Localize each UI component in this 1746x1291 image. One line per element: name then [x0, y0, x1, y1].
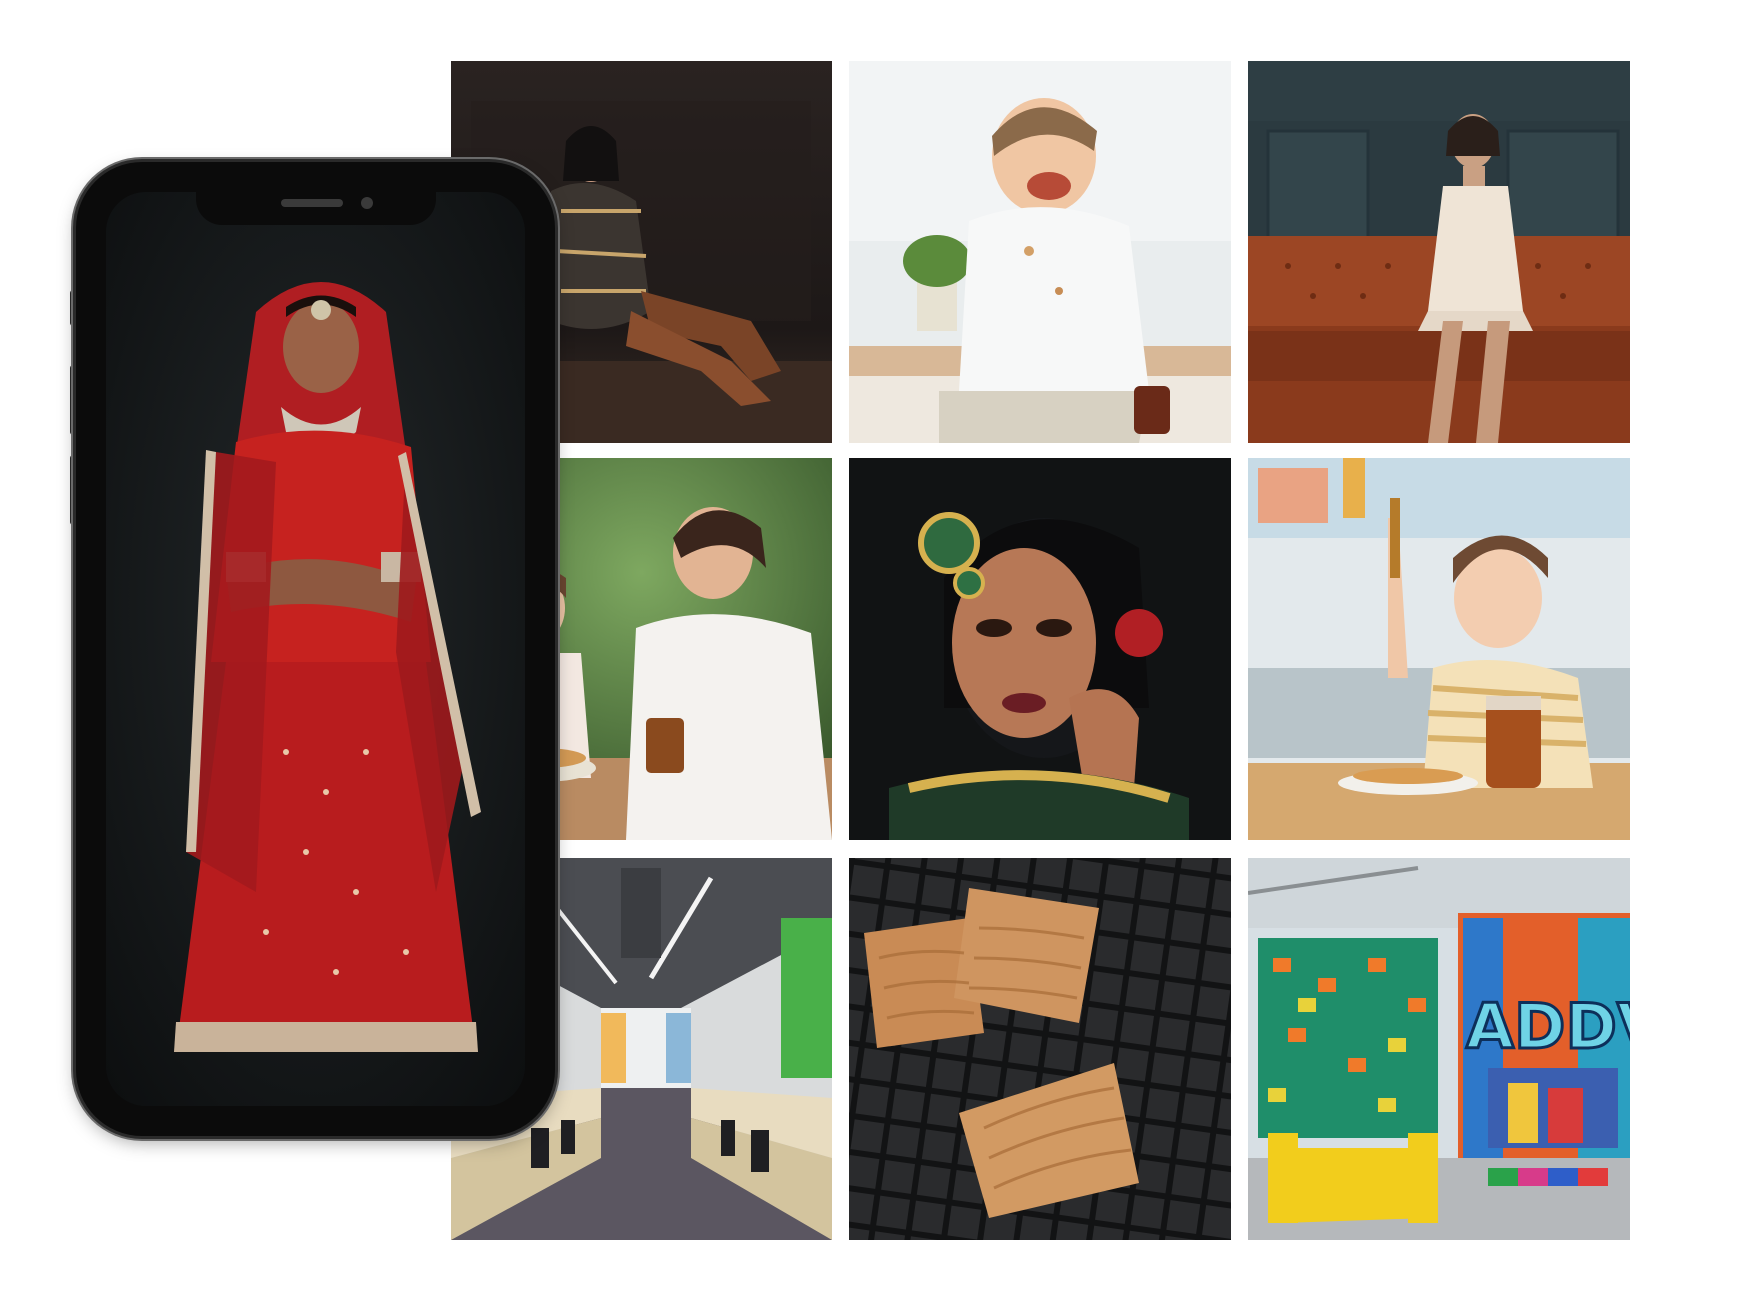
svg-text:ADDVE: ADDVE — [1466, 990, 1630, 1063]
photo-smiling-toddler — [849, 61, 1231, 443]
phone-notch — [196, 187, 436, 225]
photo-woman-red-lehenga — [106, 192, 525, 1106]
phone-front-camera — [361, 197, 373, 209]
photo-baked-biscuits — [849, 858, 1231, 1240]
photo-bridal-makeup-portrait — [849, 458, 1231, 840]
phone-mockup — [76, 162, 555, 1136]
photo-woman-leather-sofa — [1248, 61, 1630, 443]
photo-girl-honey-dipper — [1248, 458, 1630, 840]
phone-screen — [106, 192, 525, 1106]
phone-speaker — [281, 199, 343, 207]
photo-graffiti-office: ADDVE — [1248, 858, 1630, 1240]
